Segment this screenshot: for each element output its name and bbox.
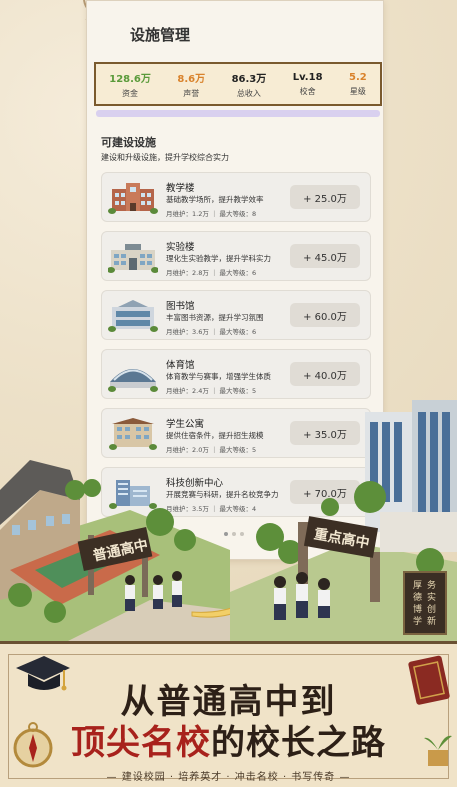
facility-desc: 基础教学场所，提升教学效率 xyxy=(166,195,264,204)
build-cost-button[interactable]: + 45.0万 xyxy=(290,244,360,268)
stat-total-income: 86.3万 总收入 xyxy=(232,70,267,99)
gymnasium-icon xyxy=(108,369,158,392)
section-title: 可建设设施 xyxy=(101,136,156,149)
stat-value: Lv.18 xyxy=(292,71,323,83)
library-icon xyxy=(108,300,158,332)
stat-label: 总收入 xyxy=(236,88,261,98)
stat-value: 8.6万 xyxy=(177,73,206,85)
panel-title: 设施管理 xyxy=(130,26,191,44)
facility-card-teaching-building[interactable]: 教学楼 基础教学场所，提升教学效率 月维护：1.2万 ｜ 最大等级：8 + 25… xyxy=(101,172,371,222)
stats-bar: 128.6万 资金 8.6万 声誉 86.3万 总收入 Lv.18 校舍 5.2… xyxy=(94,62,382,106)
facility-desc: 体育教学与赛事，增强学生体质 xyxy=(166,372,271,381)
stat-label: 校舍 xyxy=(299,86,316,96)
build-cost-button[interactable]: + 25.0万 xyxy=(290,185,360,209)
stat-value: 5.2 xyxy=(349,71,367,83)
stat-reputation: 8.6万 声誉 xyxy=(177,70,205,99)
stat-value: 86.3万 xyxy=(231,73,267,85)
stat-label: 星级 xyxy=(349,86,366,96)
facility-desc: 丰富图书资源，提升学习氛围 xyxy=(166,313,264,322)
facility-card-lab-building[interactable]: 实验楼 理化生实验教学，提升学科实力 月维护：2.8万 ｜ 最大等级：6 + 4… xyxy=(101,231,371,281)
key-school-illustration: 重点高中 厚德博学 务实创新 xyxy=(230,400,457,644)
facility-name: 图书馆 xyxy=(166,301,195,312)
stat-school-buildings: Lv.18 校舍 xyxy=(293,72,323,97)
facility-name: 体育馆 xyxy=(166,360,195,371)
students-group-right xyxy=(274,572,330,620)
headline-highlight: 顶尖名校 xyxy=(71,723,211,763)
stat-label: 资金 xyxy=(122,88,139,98)
facility-name: 教学楼 xyxy=(166,183,195,194)
stat-value: 128.6万 xyxy=(109,73,151,85)
stat-funds: 128.6万 资金 xyxy=(109,70,151,99)
build-cost-button[interactable]: + 40.0万 xyxy=(290,362,360,386)
divider-bar xyxy=(96,110,380,117)
facility-meta: 月维护：3.6万 ｜ 最大等级：6 xyxy=(166,328,257,336)
build-cost-button[interactable]: + 60.0万 xyxy=(290,303,360,327)
section-subtitle: 建设和升级设施，提升学校综合实力 xyxy=(101,153,229,162)
teaching-building-icon xyxy=(108,183,158,214)
headline-line2: 顶尖名校的校长之路 xyxy=(0,715,457,764)
stat-label: 声誉 xyxy=(183,88,200,98)
facility-desc: 理化生实验教学，提升学科实力 xyxy=(166,254,271,263)
facility-card-library[interactable]: 图书馆 丰富图书资源，提升学习氛围 月维护：3.6万 ｜ 最大等级：6 + 60… xyxy=(101,290,371,340)
tagline: — 建设校园 · 培养英才 · 冲击名校 · 书写传奇 — xyxy=(106,772,351,783)
headline-rest: 的校长之路 xyxy=(211,723,386,763)
facility-meta: 月维护：1.2万 ｜ 最大等级：8 xyxy=(166,210,257,218)
facility-meta: 月维护：2.8万 ｜ 最大等级：6 xyxy=(166,269,257,277)
stat-star-rating: 5.2 星级 xyxy=(349,72,367,97)
facility-name: 学生公寓 xyxy=(166,419,205,430)
lab-building-icon xyxy=(108,244,158,273)
facility-name: 实验楼 xyxy=(166,242,195,253)
